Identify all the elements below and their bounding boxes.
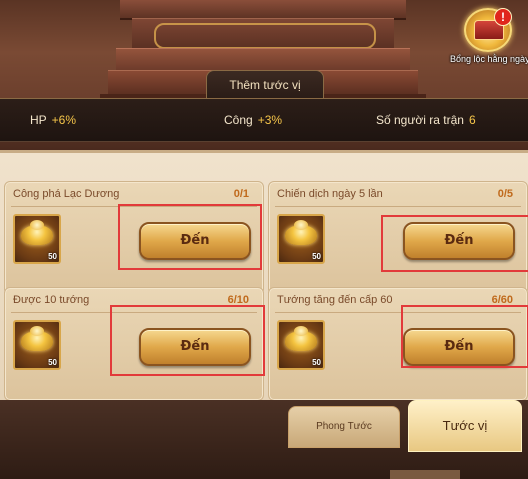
stat-troop-count: Số người ra trận 6 [376, 99, 476, 141]
reward-quantity: 50 [312, 358, 321, 367]
task-progress: 0/5 [497, 188, 513, 200]
stat-attack: Công +3% [224, 99, 282, 141]
stat-value: +3% [257, 113, 283, 127]
gold-ingot-icon: 50 [13, 320, 61, 370]
stat-label: Số người ra trận [376, 113, 464, 127]
reward-quantity: 50 [48, 252, 57, 261]
gold-ingot-icon: 50 [13, 214, 61, 264]
daily-gift-button[interactable]: ! Bổng lộc hằng ngày [450, 8, 528, 70]
bottom-tab-bar: Phong Tước Tước vị [0, 400, 528, 479]
reward-quantity: 50 [48, 358, 57, 367]
tab-phong-tuoc[interactable]: Phong Tước [288, 406, 400, 448]
highlight-box [381, 215, 528, 272]
tab-tuoc-vi[interactable]: Tước vị [408, 400, 522, 452]
bonus-tab-header: Thêm tước vị [206, 70, 324, 99]
task-title: Tướng tăng đến cấp 60 [277, 294, 393, 306]
gold-ingot-icon: 50 [277, 214, 325, 264]
stat-label: HP [30, 113, 47, 127]
task-title: Công phá Lạc Dương [13, 188, 120, 200]
task-title: Chiến dịch ngày 5 lần [277, 188, 383, 200]
task-progress: 0/1 [233, 188, 249, 200]
daily-gift-label: Bổng lộc hằng ngày [450, 54, 528, 64]
task-title: Được 10 tướng [13, 294, 90, 306]
stats-bar: HP +6% Công +3% Số người ra trận 6 [0, 98, 528, 142]
task-panel: Công phá Lạc Dương 0/1 50 Đến Chiến dịch… [0, 150, 528, 403]
stat-value: 6 [468, 113, 476, 127]
stat-value: +6% [51, 113, 77, 127]
highlight-box [110, 305, 265, 376]
stat-hp: HP +6% [30, 99, 76, 141]
highlight-box [401, 305, 528, 368]
stat-label: Công [224, 113, 253, 127]
reward-quantity: 50 [312, 252, 321, 261]
notification-badge: ! [494, 8, 512, 26]
gold-ingot-icon: 50 [277, 320, 325, 370]
highlight-box [118, 204, 262, 270]
